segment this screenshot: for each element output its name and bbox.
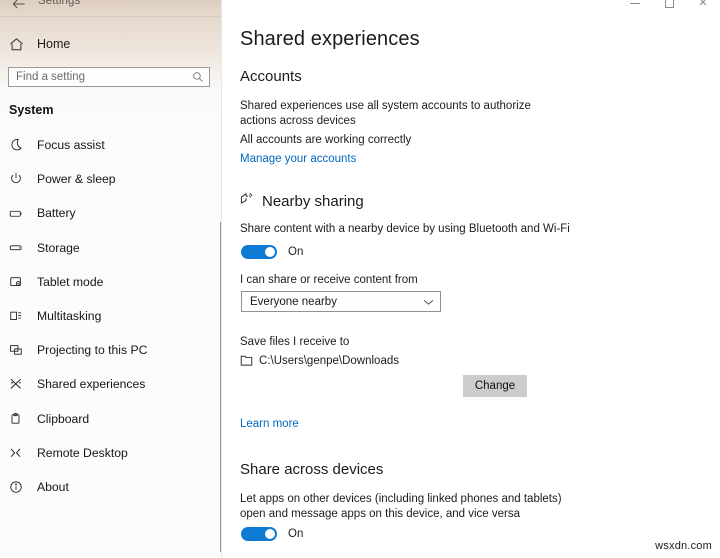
share-across-devices-heading: Share across devices: [240, 461, 384, 478]
share-across-devices-toggle-label: On: [288, 528, 304, 540]
sidebar-item-label: Tablet mode: [37, 274, 104, 289]
toggle-knob: [265, 529, 275, 539]
sidebar-item-storage[interactable]: Storage: [0, 231, 222, 265]
battery-icon: [9, 204, 33, 222]
nearby-sharing-toggle-label: On: [288, 246, 304, 258]
chevron-down-icon: [416, 298, 440, 306]
share-from-dropdown[interactable]: Everyone nearby: [241, 291, 441, 312]
titlebar-divider: [0, 16, 222, 17]
sidebar-item-battery[interactable]: Battery: [0, 196, 222, 230]
change-button[interactable]: Change: [463, 375, 527, 397]
nearby-sharing-heading-row: Nearby sharing: [240, 191, 364, 211]
sidebar-item-about[interactable]: About: [0, 470, 222, 504]
settings-window: Home System Focus assist: [0, 0, 720, 558]
share-from-value: Everyone nearby: [250, 295, 337, 308]
search-box[interactable]: [8, 67, 210, 87]
sidebar: Home System Focus assist: [0, 0, 222, 558]
back-arrow-icon[interactable]: [8, 0, 30, 14]
sidebar-item-power-sleep[interactable]: Power & sleep: [0, 162, 222, 196]
maximize-button[interactable]: [652, 0, 686, 13]
sidebar-item-label: Projecting to this PC: [37, 343, 148, 358]
accounts-heading: Accounts: [240, 68, 302, 85]
minimize-button[interactable]: [618, 0, 652, 13]
save-files-path-row: C:\Users\genpe\Downloads: [240, 354, 399, 367]
save-files-path: C:\Users\genpe\Downloads: [259, 354, 399, 367]
toggle-knob: [265, 247, 275, 257]
page-title: Shared experiences: [240, 28, 420, 50]
sidebar-item-label: About: [37, 479, 69, 494]
sidebar-item-label: Clipboard: [37, 411, 90, 426]
sidebar-nav-list: Focus assist Power & sleep Battery Stora…: [0, 128, 222, 504]
sidebar-item-tablet-mode[interactable]: Tablet mode: [0, 265, 222, 299]
watermark: wsxdn.com: [655, 540, 712, 552]
remote-desktop-icon: [9, 444, 33, 462]
search-icon: [187, 71, 209, 83]
storage-icon: [9, 239, 33, 257]
nearby-share-icon: [240, 191, 256, 211]
share-across-devices-description: Let apps on other devices (including lin…: [240, 493, 562, 520]
share-across-devices-toggle[interactable]: [241, 527, 277, 541]
moon-icon: [9, 136, 33, 154]
sidebar-item-remote-desktop[interactable]: Remote Desktop: [0, 436, 222, 470]
close-button[interactable]: ✕: [686, 0, 720, 13]
sidebar-item-home[interactable]: Home: [0, 31, 222, 57]
power-icon: [9, 170, 33, 188]
sidebar-item-focus-assist[interactable]: Focus assist: [0, 128, 222, 162]
sidebar-item-label: Shared experiences: [37, 377, 146, 392]
accounts-description: Shared experiences use all system accoun…: [240, 100, 531, 127]
save-files-label: Save files I receive to: [240, 336, 350, 348]
learn-more-link[interactable]: Learn more: [240, 418, 299, 430]
info-icon: [9, 478, 33, 496]
home-icon: [9, 37, 33, 52]
sidebar-item-multitasking[interactable]: Multitasking: [0, 299, 222, 333]
sidebar-item-clipboard[interactable]: Clipboard: [0, 402, 222, 436]
sidebar-item-projecting-to-this-pc[interactable]: Projecting to this PC: [0, 333, 222, 367]
sidebar-item-label: Battery: [37, 206, 76, 221]
projecting-icon: [9, 341, 33, 359]
sidebar-item-label: Multitasking: [37, 309, 102, 324]
nearby-sharing-description: Share content with a nearby device by us…: [240, 223, 570, 235]
main-content: Shared experiences Accounts Shared exper…: [222, 0, 720, 558]
clipboard-icon: [9, 410, 33, 428]
share-across-devices-toggle-row[interactable]: On: [241, 527, 303, 541]
sidebar-item-label: Storage: [37, 240, 80, 255]
shared-experiences-icon: [9, 375, 33, 393]
sidebar-item-home-label: Home: [37, 37, 71, 51]
sidebar-item-label: Focus assist: [37, 138, 105, 153]
sidebar-item-label: Power & sleep: [37, 172, 116, 187]
sidebar-group-label: System: [9, 103, 54, 117]
sidebar-item-shared-experiences[interactable]: Shared experiences: [0, 367, 222, 401]
manage-your-accounts-link[interactable]: Manage your accounts: [240, 153, 356, 165]
window-controls: ✕: [618, 0, 720, 13]
window-title: Settings: [38, 0, 81, 7]
nearby-sharing-heading: Nearby sharing: [262, 192, 364, 210]
sidebar-item-label: Remote Desktop: [37, 445, 128, 460]
folder-icon: [240, 354, 253, 367]
search-input[interactable]: [9, 68, 187, 86]
multitasking-icon: [9, 307, 33, 325]
tablet-icon: [9, 273, 33, 291]
accounts-status: All accounts are working correctly: [240, 134, 412, 146]
nearby-sharing-toggle-row[interactable]: On: [241, 245, 303, 259]
nearby-sharing-toggle[interactable]: [241, 245, 277, 259]
title-bar: Settings ✕: [0, 0, 720, 14]
share-from-label: I can share or receive content from: [240, 274, 418, 286]
